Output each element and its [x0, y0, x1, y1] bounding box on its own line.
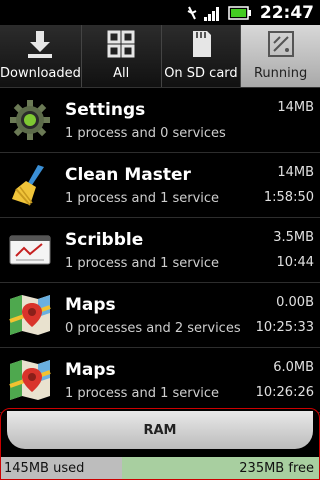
ram-usage-bar: 145MB used 235MB free	[1, 457, 319, 479]
tab-on-sd-card[interactable]: On SD card	[161, 25, 242, 87]
ram-label: RAM	[143, 422, 177, 438]
tab-label: Downloaded	[0, 66, 81, 81]
tab-downloaded[interactable]: Downloaded	[0, 25, 82, 87]
battery-icon	[228, 5, 252, 20]
status-time: 22:47	[259, 2, 314, 23]
memory-size: 6.0MB	[273, 360, 314, 375]
run-time: 10:26:26	[255, 385, 314, 400]
list-item[interactable]: Settings 1 process and 0 services 14MB	[0, 88, 320, 153]
tab-label: Running	[253, 66, 308, 81]
maps-icon	[6, 291, 54, 339]
signal-strength-icon	[203, 5, 222, 21]
tab-label: On SD card	[164, 66, 238, 81]
list-item[interactable]: Maps 1 process and 1 service 6.0MB 10:26…	[0, 348, 320, 413]
broom-icon	[6, 161, 54, 209]
list-item[interactable]: Maps 0 processes and 2 services 0.00B 10…	[0, 283, 320, 348]
run-time: 1:58:50	[263, 190, 314, 205]
memory-size: 3.5MB	[273, 230, 314, 245]
scribble-pad-icon	[6, 226, 54, 274]
memory-size: 0.00B	[276, 295, 314, 310]
list-item[interactable]: Clean Master 1 process and 1 service 14M…	[0, 153, 320, 218]
tab-bar: Downloaded All On SD card Running	[0, 25, 320, 88]
status-bar: 22:47	[0, 0, 320, 25]
memory-size: 14MB	[277, 100, 314, 115]
settings-gear-icon	[6, 96, 54, 144]
ram-header: RAM	[7, 411, 313, 449]
tab-all[interactable]: All	[81, 25, 162, 87]
run-time: 10:25:33	[255, 320, 314, 335]
ram-free-text: 235MB free	[239, 460, 314, 476]
running-process-list: Settings 1 process and 0 services 14MB C…	[0, 88, 320, 413]
list-item[interactable]: Scribble 1 process and 1 service 3.5MB 1…	[0, 218, 320, 283]
ram-used-text: 145MB used	[4, 460, 85, 476]
tab-label: All	[113, 66, 130, 81]
tab-running[interactable]: Running	[241, 25, 320, 87]
silent-mode-icon	[186, 5, 198, 21]
download-icon	[24, 28, 56, 60]
ram-used-segment: 145MB used	[1, 457, 122, 479]
running-apps-icon	[265, 28, 297, 60]
run-time: 10:44	[276, 255, 314, 270]
ram-free-segment: 235MB free	[121, 457, 319, 479]
ram-usage-panel: RAM 145MB used 235MB free	[0, 408, 320, 480]
maps-icon	[6, 356, 54, 404]
sd-card-icon	[185, 28, 217, 60]
memory-size: 14MB	[277, 165, 314, 180]
grid-icon	[105, 28, 137, 60]
